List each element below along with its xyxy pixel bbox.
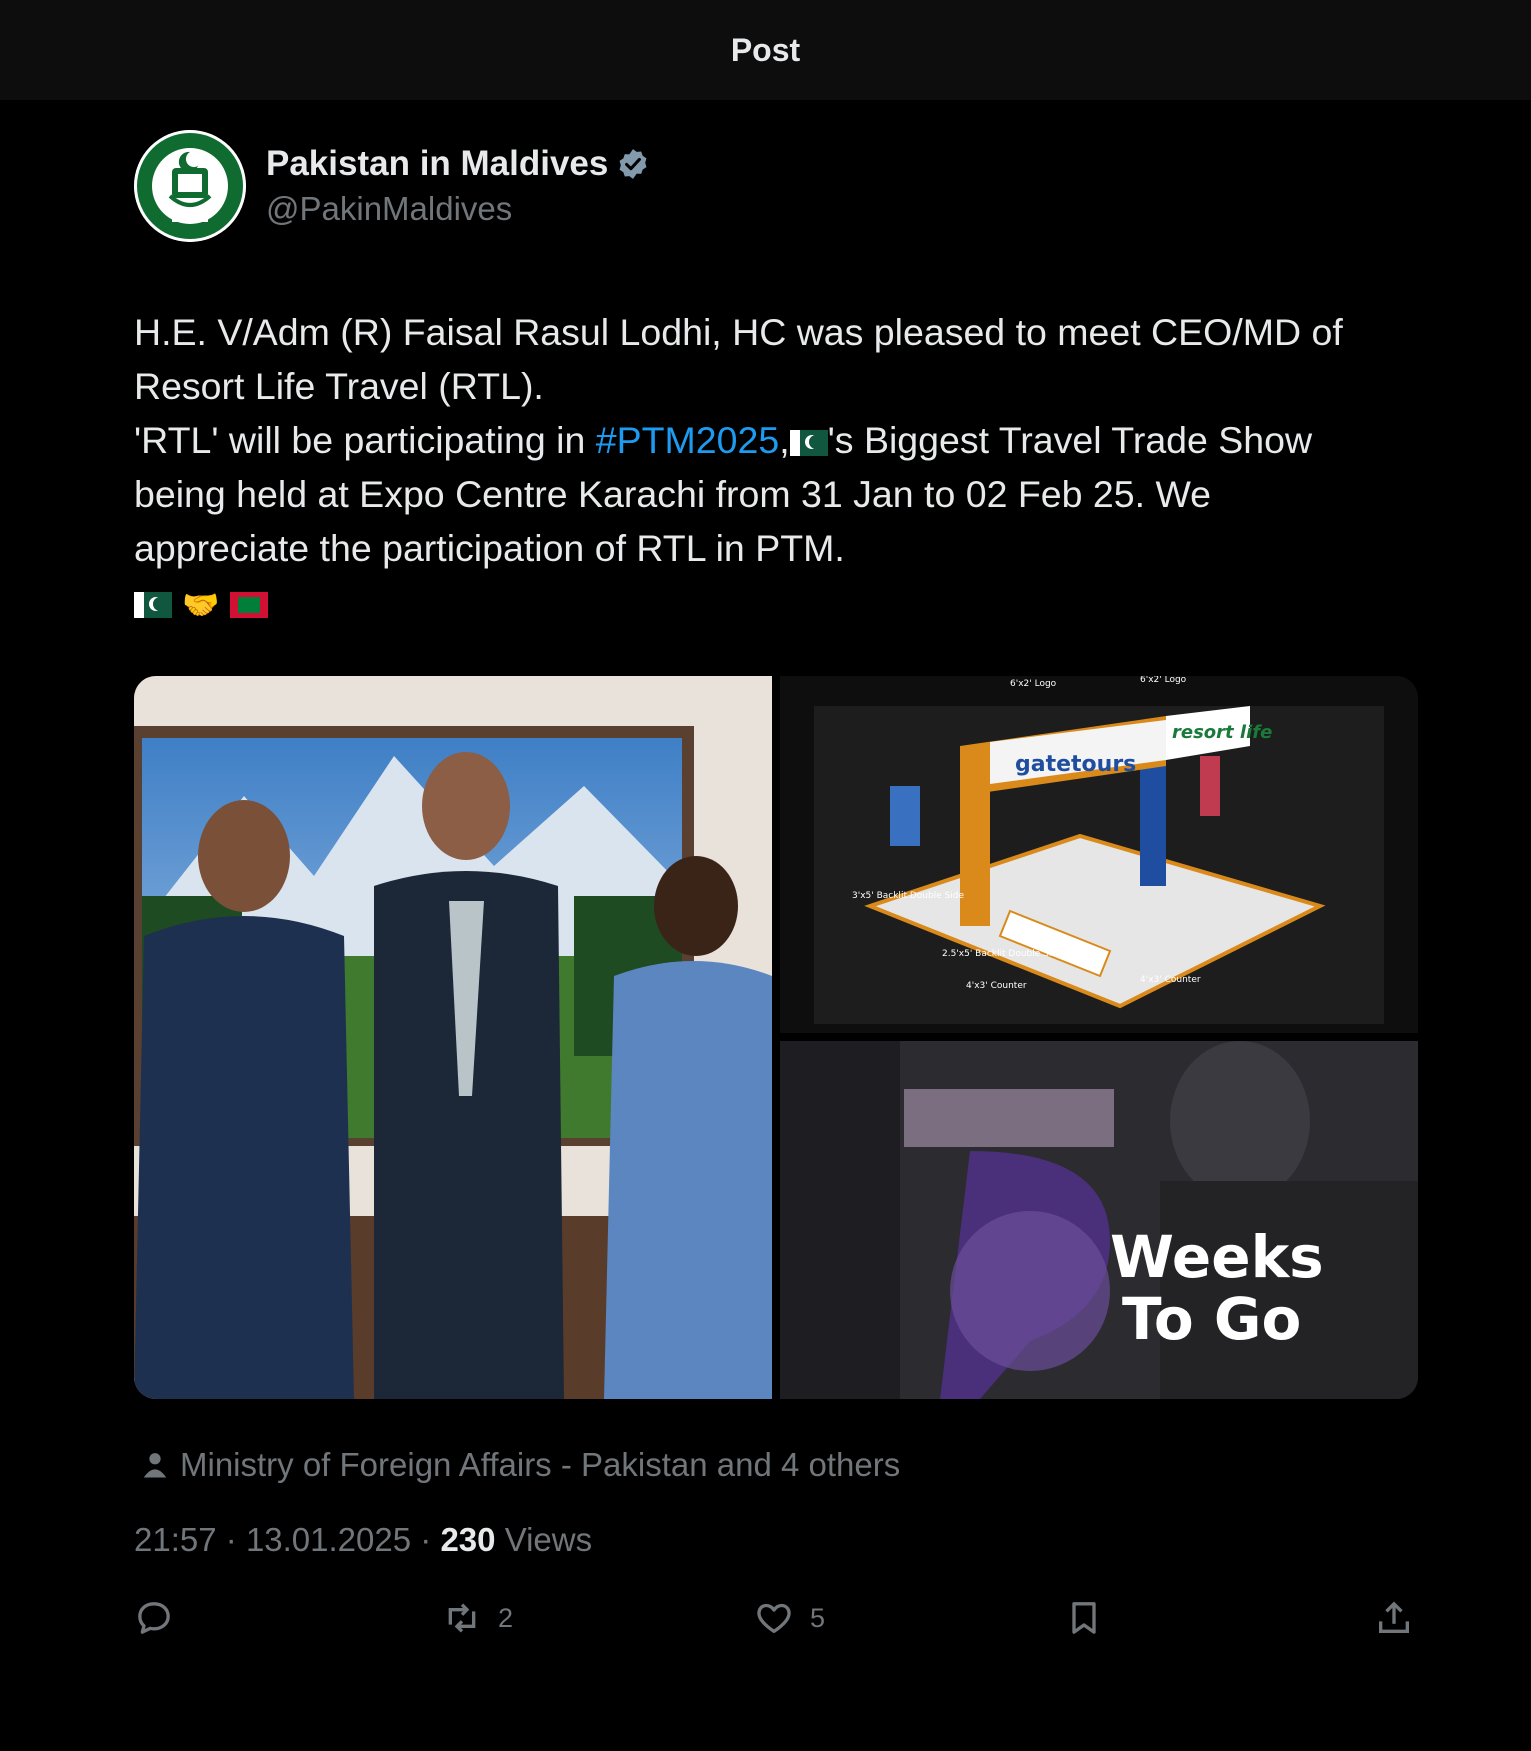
reply-icon — [138, 1602, 170, 1634]
photo-booth-render[interactable]: gatetours resort life 3'x5' Backlit Doub… — [780, 676, 1418, 1033]
retweet-icon — [448, 1603, 476, 1633]
post-text-line: being held at Expo Centre Karachi from 3… — [134, 473, 1212, 515]
meta-separator: · — [225, 1521, 237, 1558]
booth-label: 4'x3' Counter — [966, 981, 1027, 991]
post-text-segment: 's Biggest Travel Trade Show — [827, 419, 1313, 461]
avatar-emblem — [134, 130, 246, 242]
post-text: H.E. V/Adm (R) Faisal Rasul Lodhi, HC wa… — [134, 305, 1434, 633]
media-grid: gatetours resort life 3'x5' Backlit Doub… — [134, 676, 1418, 1399]
like-icon — [757, 1603, 791, 1633]
post-text-line: Resort Life Travel (RTL). — [134, 365, 544, 407]
social-context[interactable]: Ministry of Foreign Affairs - Pakistan a… — [140, 1446, 900, 1484]
like-button[interactable]: 5 — [754, 1598, 825, 1638]
booth-label: 2.5'x5' Backlit Double Side — [942, 949, 1063, 959]
like-count: 5 — [810, 1602, 826, 1633]
display-name-text[interactable]: Pakistan in Maldives — [266, 144, 608, 184]
photo-meeting-image — [134, 676, 772, 1399]
booth-label: 4'x3' Counter — [1140, 975, 1201, 985]
author-display-name[interactable]: Pakistan in Maldives — [266, 144, 650, 184]
post-date[interactable]: 13.01.2025 — [246, 1521, 411, 1558]
booth-label: 6'x2' Logo — [1140, 676, 1187, 685]
retweet-count: 2 — [498, 1602, 514, 1633]
bookmark-button[interactable] — [1064, 1598, 1104, 1638]
retweet-button[interactable]: 2 — [442, 1598, 513, 1638]
person-icon — [143, 1453, 167, 1478]
booth-brand-gatetours: gatetours — [1015, 752, 1136, 777]
avatar[interactable] — [134, 130, 246, 242]
booth-label: 6'x2' Logo — [1010, 679, 1057, 689]
post-metadata: 21:57 · 13.01.2025 · 230 Views — [134, 1521, 592, 1559]
flag-pk-icon — [134, 592, 172, 618]
booth-render-image: gatetours resort life 3'x5' Backlit Doub… — [780, 676, 1418, 1033]
share-button[interactable] — [1374, 1598, 1414, 1638]
booth-label: 3'x5' Backlit Double Side — [852, 891, 965, 901]
verified-badge-icon — [619, 149, 647, 179]
views-count: 230 — [440, 1521, 496, 1558]
countdown-number: 3 — [980, 1081, 981, 1082]
action-bar: 2 5 — [134, 1598, 1418, 1648]
page-title: Post — [730, 31, 801, 68]
top-bar: Post — [0, 0, 1531, 100]
post-text-line: 'RTL' will be participating in #PTM2025,… — [134, 419, 1313, 461]
flag-pk-icon — [789, 430, 828, 456]
emoji-line: 🤝 — [134, 575, 1434, 633]
social-context-text[interactable]: Ministry of Foreign Affairs - Pakistan a… — [180, 1446, 900, 1484]
countdown-line: To Go — [1122, 1285, 1302, 1353]
author-handle[interactable]: @PakinMaldives — [266, 190, 650, 228]
handshake-icon: 🤝 — [182, 589, 220, 622]
post-text-line: H.E. V/Adm (R) Faisal Rasul Lodhi, HC wa… — [134, 311, 1343, 353]
bookmark-icon — [1072, 1602, 1096, 1634]
post-time[interactable]: 21:57 — [134, 1521, 217, 1558]
countdown-line: Weeks — [1110, 1223, 1324, 1291]
post-author: Pakistan in Maldives @PakinMaldives — [134, 130, 650, 242]
share-icon — [1379, 1601, 1409, 1633]
hashtag-link[interactable]: #PTM2025 — [596, 419, 779, 461]
photo-countdown[interactable]: 3 Weeks To Go — [780, 1041, 1418, 1399]
views-label: Views — [504, 1521, 593, 1558]
reply-button[interactable] — [134, 1598, 190, 1638]
countdown-text: Weeks To Go — [1110, 1226, 1324, 1350]
flag-mv-icon — [230, 592, 269, 618]
post-text-segment: 'RTL' will be participating in — [134, 419, 596, 461]
meta-separator: · — [420, 1521, 432, 1558]
booth-brand-resortlife: resort life — [1172, 722, 1272, 743]
post-text-line: appreciate the participation of RTL in P… — [134, 527, 845, 569]
photo-meeting[interactable] — [134, 676, 772, 1399]
